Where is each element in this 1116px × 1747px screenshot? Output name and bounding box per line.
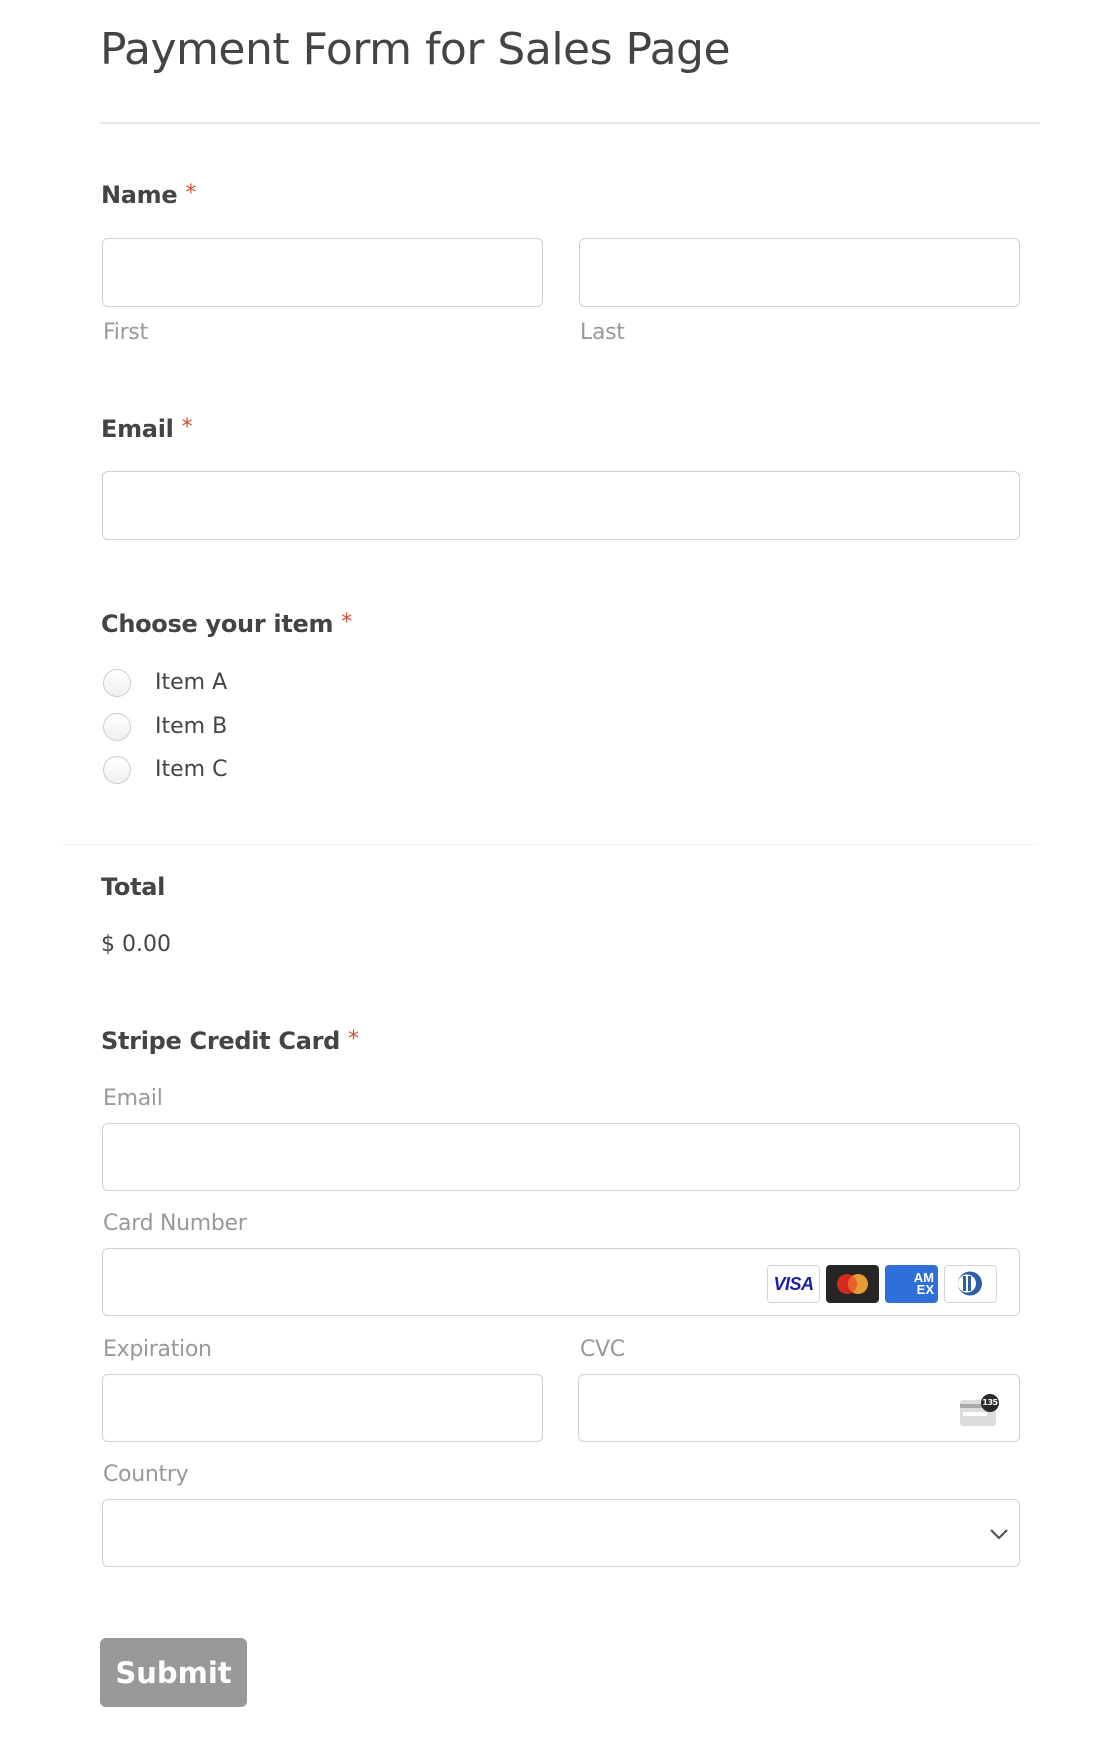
title-divider [100, 122, 1040, 124]
name-label-text: Name [101, 181, 178, 209]
radio-button[interactable] [103, 669, 131, 697]
stripe-card-label: Stripe Credit Card * [101, 1026, 359, 1058]
radio-label-item-b[interactable]: Item B [155, 713, 227, 741]
stripe-email-input[interactable] [102, 1123, 1020, 1191]
required-marker: * [185, 181, 197, 206]
required-marker: * [341, 610, 352, 635]
first-name-input[interactable] [102, 238, 543, 307]
email-field-label: Email * [101, 414, 193, 446]
radio-option-item-a[interactable] [103, 669, 131, 697]
required-marker: * [348, 1027, 359, 1052]
first-name-sublabel: First [103, 320, 148, 345]
page-title: Payment Form for Sales Page [100, 24, 731, 75]
radio-label-item-c[interactable]: Item C [155, 756, 227, 784]
email-label-text: Email [101, 415, 174, 443]
amex-icon: AM EX [885, 1265, 938, 1303]
submit-button[interactable]: Submit [100, 1638, 247, 1707]
visa-icon: VISA [767, 1265, 820, 1303]
last-name-input[interactable] [579, 238, 1020, 307]
name-field-label: Name * [101, 180, 196, 212]
chevron-down-icon [990, 1529, 1008, 1540]
section-divider [61, 844, 1038, 845]
radio-button[interactable] [103, 756, 131, 784]
diners-club-icon [944, 1265, 997, 1303]
radio-label-item-a[interactable]: Item A [155, 669, 227, 697]
email-input[interactable] [102, 471, 1020, 540]
expiration-label: Expiration [103, 1337, 212, 1362]
mastercard-icon [826, 1265, 879, 1303]
total-value: $ 0.00 [101, 932, 171, 957]
stripe-card-label-text: Stripe Credit Card [101, 1027, 341, 1055]
item-choice-label-text: Choose your item [101, 610, 334, 638]
country-select[interactable] [102, 1499, 1020, 1567]
expiration-input[interactable] [102, 1374, 543, 1442]
radio-button[interactable] [103, 713, 131, 741]
radio-option-item-c[interactable] [103, 756, 131, 784]
cvc-input[interactable]: 135 [578, 1374, 1020, 1442]
cvc-label: CVC [580, 1337, 625, 1362]
card-number-label: Card Number [103, 1211, 247, 1236]
card-number-input[interactable]: VISA AM EX [102, 1248, 1020, 1316]
radio-option-item-b[interactable] [103, 713, 131, 741]
required-marker: * [181, 415, 193, 440]
item-choice-label: Choose your item * [101, 609, 352, 641]
cvc-card-icon: 135 [960, 1394, 999, 1426]
country-label: Country [103, 1462, 189, 1487]
stripe-email-label: Email [103, 1086, 163, 1111]
last-name-sublabel: Last [580, 320, 625, 345]
total-label: Total [101, 873, 166, 901]
